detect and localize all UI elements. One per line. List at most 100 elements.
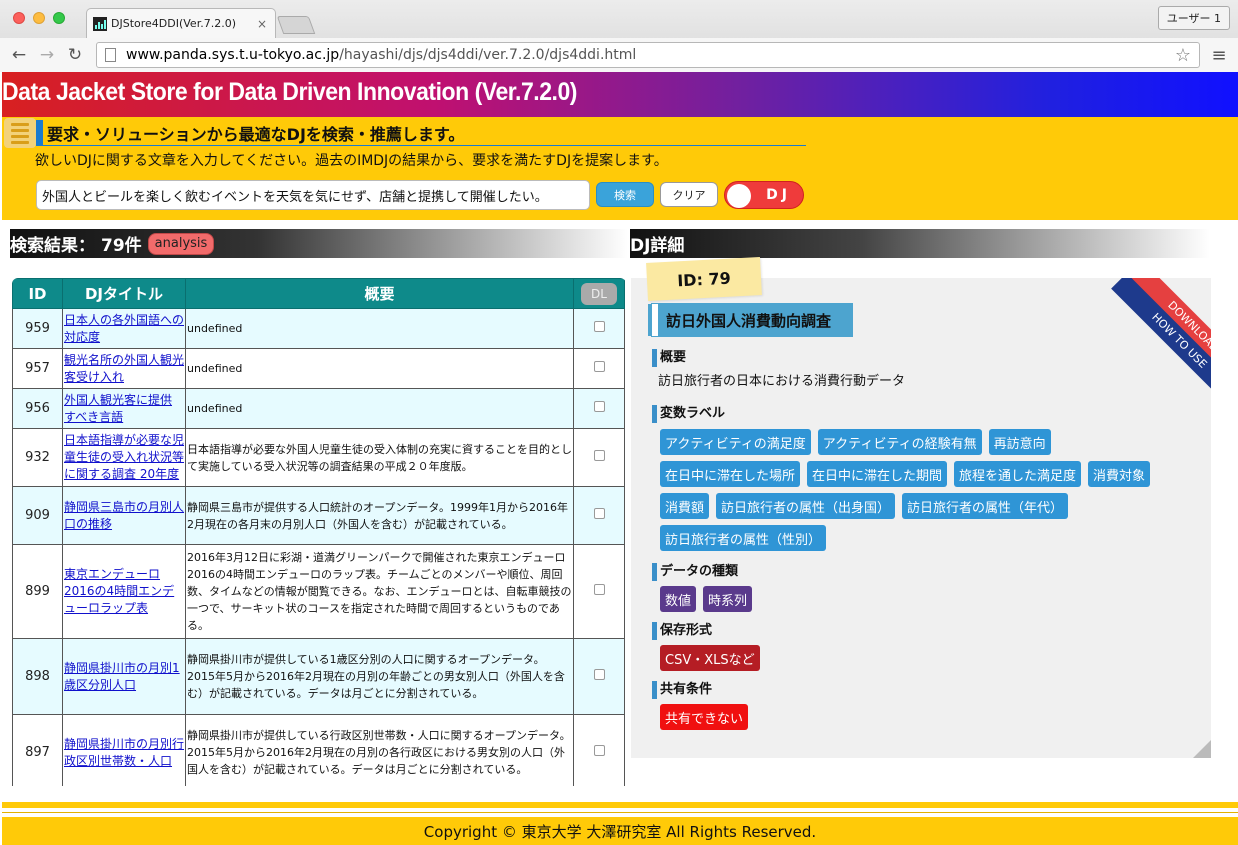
hamburger-menu-icon[interactable] <box>4 118 36 148</box>
browser-tab[interactable]: DJStore4DDI(Ver.7.2.0) × <box>86 8 276 38</box>
app-title: Data Jacket Store for Data Driven Innova… <box>2 78 578 106</box>
row-checkbox[interactable] <box>593 584 605 595</box>
tab-title: DJStore4DDI(Ver.7.2.0) <box>111 17 236 30</box>
summary-text: 訪日旅行者の日本における消費行動データ <box>658 374 906 389</box>
format-tags: CSV・XLSなど <box>660 645 1190 671</box>
variable-tag[interactable]: 訪日旅行者の属性（年代） <box>902 493 1069 519</box>
row-title-link[interactable]: 日本人の各外国語への対応度 <box>63 310 185 348</box>
row-id: 899 <box>12 544 63 639</box>
datatype-label: データの種類 <box>652 563 738 581</box>
analysis-button[interactable]: analysis <box>147 232 215 255</box>
favicon-icon <box>93 16 107 31</box>
clear-button[interactable]: クリア <box>660 182 718 207</box>
row-title-link[interactable]: 東京エンデューロ2016の4時間エンデューロラップ表 <box>63 564 185 619</box>
row-checkbox[interactable] <box>593 508 605 519</box>
row-checkbox[interactable] <box>593 669 605 680</box>
row-title-link[interactable]: 外国人観光客に提供すべき言語 <box>63 390 185 428</box>
column-header-id: ID <box>12 278 63 309</box>
row-id: 956 <box>12 388 63 429</box>
datatype-tag[interactable]: 数値 <box>660 586 697 612</box>
column-header-dl: DL <box>573 278 625 309</box>
page-document-icon <box>105 48 116 62</box>
table-row: 898 静岡県掛川市の月別1歳区分別人口 静岡県掛川市が提供している1歳区分別の… <box>12 638 625 715</box>
table-row: 956 外国人観光客に提供すべき言語 undefined <box>12 388 625 429</box>
reload-icon[interactable]: ↻ <box>64 44 86 66</box>
row-title-link[interactable]: 観光名所の外国人観光客受け入れ <box>63 350 185 388</box>
url-path: /hayashi/djs/djs4ddi/ver.7.2.0/djs4ddi.h… <box>339 47 637 63</box>
bookmark-star-icon[interactable]: ☆ <box>1175 45 1191 66</box>
back-arrow-icon[interactable]: ← <box>8 44 30 66</box>
variable-tag[interactable]: 旅程を通した満足度 <box>954 461 1082 487</box>
corner-ribbon: DOWNLOAD HOW TO USE <box>1098 278 1211 391</box>
toggle-knob <box>727 184 751 208</box>
row-title-link[interactable]: 日本語指導が必要な児童生徒の受入れ状況等に関する調査 20年度 <box>63 430 185 485</box>
table-header-row: ID DJタイトル 概要 DL <box>12 278 625 309</box>
dj-title: 訪日外国人消費動向調査 <box>648 303 853 337</box>
copyright-text: Copyright © 東京大学 大澤研究室 All Rights Reserv… <box>423 823 817 841</box>
results-table-container[interactable]: ID DJタイトル 概要 DL 959 日本人の各外国語への対応度 undefi… <box>12 278 626 786</box>
row-title-link[interactable]: 静岡県三島市の月別人口の推移 <box>63 497 185 535</box>
variable-tag[interactable]: アクティビティの満足度 <box>660 429 811 455</box>
column-header-title: DJタイトル <box>62 278 186 309</box>
download-selected-button[interactable]: DL <box>581 282 617 305</box>
url-host: www.panda.sys.t.u-tokyo.ac.jp <box>126 47 340 63</box>
header-banner: Data Jacket Store for Data Driven Innova… <box>2 72 1238 117</box>
variable-tag[interactable]: 消費対象 <box>1088 461 1151 487</box>
headline: 要求・ソリューションから最適なDJを検索・推薦します。 <box>36 120 806 146</box>
variable-tag[interactable]: 訪日旅行者の属性（出身国） <box>716 493 896 519</box>
column-header-summary: 概要 <box>185 278 574 309</box>
table-row: 909 静岡県三島市の月別人口の推移 静岡県三島市が提供する人口統計のオープンデ… <box>12 486 625 545</box>
footer-divider <box>2 802 1238 808</box>
datatype-tag[interactable]: 時系列 <box>703 586 753 612</box>
row-id: 959 <box>12 308 63 349</box>
maximize-window-button[interactable] <box>53 12 65 24</box>
variable-tag[interactable]: 再訪意向 <box>988 429 1051 455</box>
row-id: 932 <box>12 428 63 487</box>
results-count: 79件 <box>101 236 142 256</box>
user-profile-button[interactable]: ユーザー 1 <box>1157 6 1230 30</box>
dj-toggle-switch[interactable]: DJ <box>724 181 804 209</box>
variable-tag[interactable]: アクティビティの経験有無 <box>817 429 982 455</box>
browser-menu-icon[interactable]: ≡ <box>1208 45 1230 66</box>
browser-chrome: DJStore4DDI(Ver.7.2.0) × ユーザー 1 ← → ↻ ww… <box>0 0 1238 72</box>
table-row: 932 日本語指導が必要な児童生徒の受入れ状況等に関する調査 20年度 日本語指… <box>12 428 625 487</box>
share-tags: 共有できない <box>660 704 1190 730</box>
toggle-label: DJ <box>766 187 791 203</box>
row-title-link[interactable]: 静岡県掛川市の月別1歳区分別人口 <box>63 658 185 696</box>
detail-header: DJ詳細 <box>630 229 1210 258</box>
row-checkbox[interactable] <box>593 321 605 332</box>
page-fold-corner <box>1193 740 1211 758</box>
new-tab-button[interactable] <box>276 16 316 34</box>
row-id: 898 <box>12 638 63 715</box>
row-summary: 2016年3月12日に彩湖・道満グリーンパークで開催された東京エンデューロ201… <box>185 544 574 639</box>
variable-tag[interactable]: 消費額 <box>660 493 710 519</box>
variable-tag[interactable]: 在日中に滞在した場所 <box>660 461 801 487</box>
row-checkbox[interactable] <box>593 450 605 461</box>
search-input[interactable] <box>36 180 590 210</box>
row-summary: 静岡県掛川市が提供している行政区別世帯数・人口に関するオープンデータ。2015年… <box>185 714 574 786</box>
row-checkbox[interactable] <box>593 401 605 412</box>
close-window-button[interactable] <box>13 12 25 24</box>
detail-heading: DJ詳細 <box>630 236 685 256</box>
row-checkbox[interactable] <box>593 361 605 372</box>
row-id: 957 <box>12 348 63 389</box>
format-tag[interactable]: CSV・XLSなど <box>660 645 760 671</box>
minimize-window-button[interactable] <box>33 12 45 24</box>
row-checkbox[interactable] <box>593 745 605 756</box>
forward-arrow-icon[interactable]: → <box>36 44 58 66</box>
address-bar[interactable]: www.panda.sys.t.u-tokyo.ac.jp/hayashi/dj… <box>96 42 1200 68</box>
search-button[interactable]: 検索 <box>596 182 654 207</box>
format-label: 保存形式 <box>652 622 712 640</box>
table-row: 899 東京エンデューロ2016の4時間エンデューロラップ表 2016年3月12… <box>12 544 625 639</box>
variable-tag[interactable]: 訪日旅行者の属性（性別） <box>660 525 827 551</box>
row-id: 909 <box>12 486 63 545</box>
instructions-text: 欲しいDJに関する文章を入力してください。過去のIMDJの結果から、要求を満たす… <box>35 153 668 169</box>
row-id: 897 <box>12 714 63 786</box>
page-content: Data Jacket Store for Data Driven Innova… <box>2 72 1238 845</box>
results-table: ID DJタイトル 概要 DL 959 日本人の各外国語への対応度 undefi… <box>12 278 625 786</box>
variable-tag[interactable]: 在日中に滞在した期間 <box>807 461 948 487</box>
share-tag[interactable]: 共有できない <box>660 704 749 730</box>
row-title-link[interactable]: 静岡県掛川市の月別行政区別世帯数・人口 <box>63 734 185 772</box>
tab-close-icon[interactable]: × <box>257 17 267 31</box>
summary-label: 概要 <box>652 349 686 367</box>
